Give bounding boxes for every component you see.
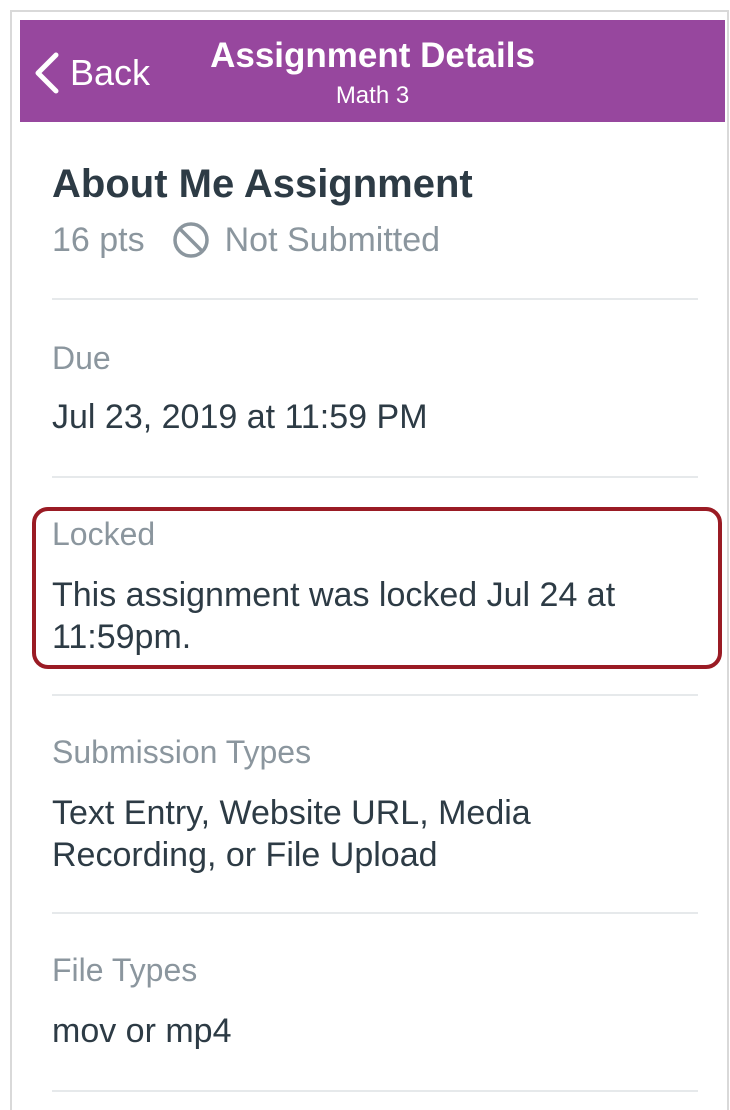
course-subtitle: Math 3 [335,82,410,109]
divider [52,476,698,478]
file-types-label: File Types [52,952,198,988]
due-date: Jul 23, 2019 at 11:59 PM [52,398,428,436]
locked-highlight-box [32,507,722,669]
navigation-bar: Back Assignment Details Math 3 [20,20,725,122]
page-title: Assignment Details [210,36,535,75]
divider [52,912,698,914]
divider [52,298,698,300]
points: 16 pts [52,220,145,259]
not-submitted-icon [172,222,209,258]
assignment-title: About Me Assignment [52,162,473,206]
assignment-meta: 16 pts Not Submitted [52,220,440,260]
divider [52,694,698,696]
due-label: Due [52,340,111,376]
submission-types-value: Text Entry, Website URL, Media Recording… [52,794,531,874]
submission-status: Not Submitted [224,220,441,259]
divider [52,1090,698,1092]
submission-types-label: Submission Types [52,734,312,770]
file-types-value: mov or mp4 [52,1012,232,1050]
